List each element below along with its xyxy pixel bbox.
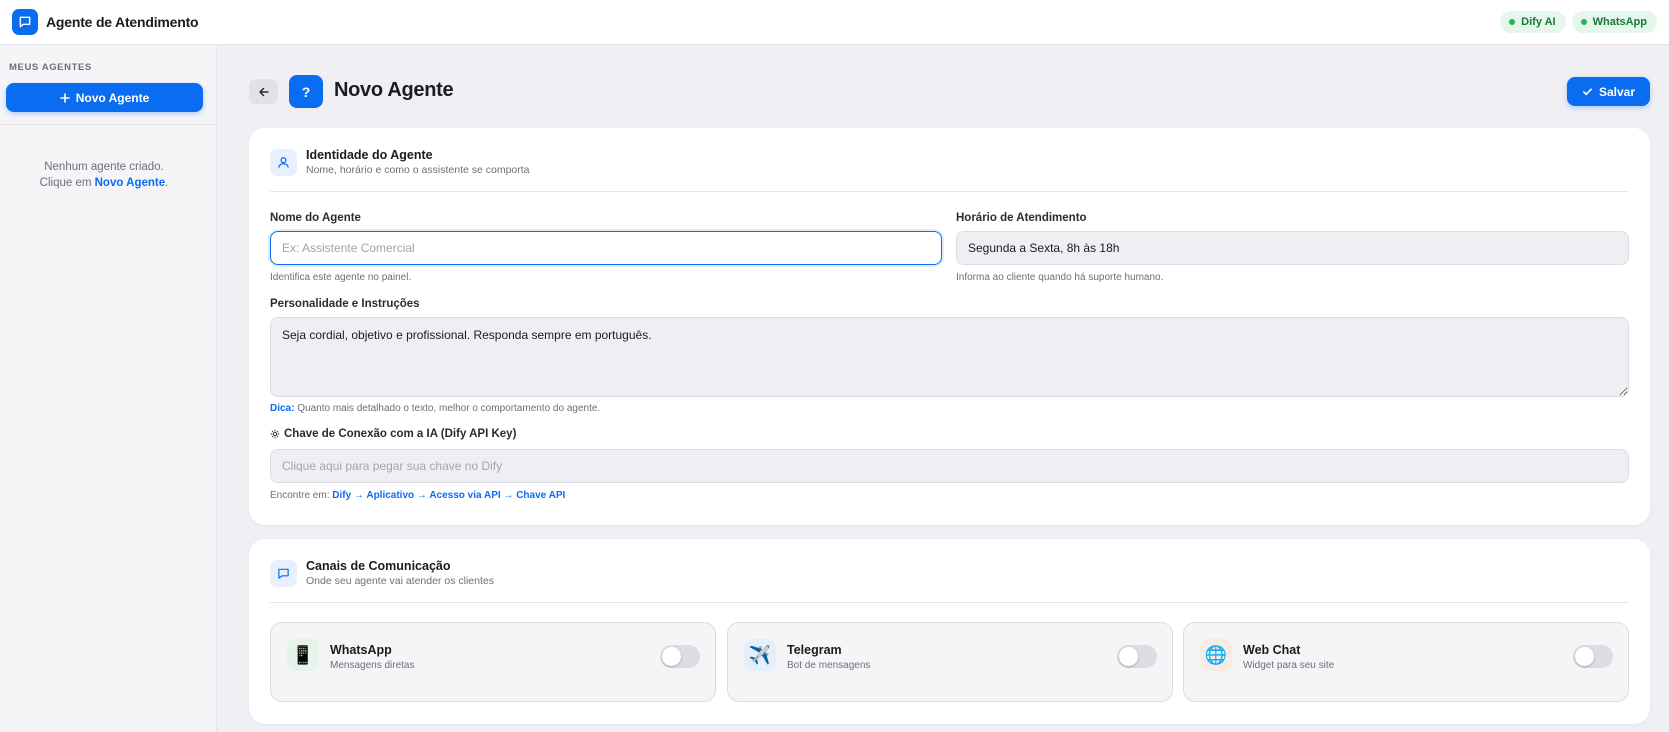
airplane-icon: ✈️ <box>744 639 776 671</box>
channel-description: Bot de mensagens <box>787 660 871 671</box>
arrow-left-icon <box>258 87 269 96</box>
apikey-label: Chave de Conexão com a IA (Dify API Key) <box>270 428 516 440</box>
globe-icon: 🌐 <box>1200 639 1232 671</box>
agent-name-label: Nome do Agente <box>270 212 361 224</box>
status-dot-icon <box>1509 19 1516 25</box>
personality-textarea[interactable]: Seja cordial, objetivo e profissional. R… <box>270 317 1629 397</box>
new-agent-button[interactable]: Novo Agente <box>6 83 203 112</box>
page-title: Novo Agente <box>334 79 454 101</box>
message-icon <box>270 559 297 587</box>
empty-agents-message: Nenhum agente criado. Clique em Novo Age… <box>39 161 169 189</box>
channels-card-subtitle: Onde seu agente vai atender os clientes <box>306 575 494 587</box>
channels-card-title: Canais de Comunicação <box>306 559 451 573</box>
apikey-input[interactable] <box>270 449 1629 483</box>
chat-bubble-icon <box>12 9 38 35</box>
card-divider <box>270 191 1629 192</box>
personality-hint: Dica: Quanto mais detalhado o texto, mel… <box>270 403 601 414</box>
check-icon <box>1582 88 1592 96</box>
identity-card-title: Identidade do Agente <box>306 148 433 162</box>
channel-name: Telegram <box>787 643 842 657</box>
sparkle-icon <box>270 429 280 439</box>
user-icon <box>270 148 297 176</box>
hours-input[interactable] <box>956 231 1629 265</box>
channel-telegram: ✈️ Telegram Bot de mensagens <box>727 622 1173 702</box>
sidebar: MEUS AGENTES Novo Agente Nenhum agente c… <box>0 45 217 732</box>
webchat-toggle[interactable] <box>1573 645 1613 668</box>
dify-api-path-link[interactable]: Dify → Aplicativo → Acesso via API → Cha… <box>332 490 565 501</box>
back-button[interactable] <box>249 79 278 104</box>
channel-name: Web Chat <box>1243 643 1301 657</box>
new-agent-link[interactable]: Novo Agente <box>95 177 166 189</box>
status-badges: Dify AI WhatsApp <box>1500 11 1657 33</box>
channel-whatsapp: 📱 WhatsApp Mensagens diretas <box>270 622 716 702</box>
status-dot-icon <box>1580 19 1587 25</box>
toggle-knob <box>662 647 681 666</box>
plus-icon <box>59 92 70 103</box>
channel-description: Mensagens diretas <box>330 660 415 671</box>
hours-label: Horário de Atendimento <box>956 212 1087 224</box>
app-title: Agente de Atendimento <box>46 14 199 30</box>
card-divider <box>270 602 1629 603</box>
phone-icon: 📱 <box>287 639 319 671</box>
personality-label: Personalidade e Instruções <box>270 298 420 310</box>
whatsapp-toggle[interactable] <box>660 645 700 668</box>
hours-hint: Informa ao cliente quando há suporte hum… <box>956 272 1164 283</box>
agent-avatar: ? <box>289 75 323 108</box>
sidebar-divider <box>0 124 216 125</box>
save-button[interactable]: Salvar <box>1567 77 1650 106</box>
top-bar: Agente de Atendimento Dify AI WhatsApp <box>0 0 1669 45</box>
agent-name-hint: Identifica este agente no painel. <box>270 272 412 283</box>
identity-card-header: Identidade do Agente Nome, horário e com… <box>270 148 530 176</box>
toggle-knob <box>1119 647 1138 666</box>
status-badge-dify: Dify AI <box>1500 11 1566 33</box>
apikey-hint: Encontre em: Dify → Aplicativo → Acesso … <box>270 490 566 501</box>
toggle-knob <box>1575 647 1594 666</box>
sidebar-heading: MEUS AGENTES <box>9 62 92 73</box>
agent-name-input[interactable] <box>270 231 942 265</box>
channel-name: WhatsApp <box>330 643 392 657</box>
channel-webchat: 🌐 Web Chat Widget para seu site <box>1183 622 1629 702</box>
status-badge-whatsapp: WhatsApp <box>1571 11 1657 33</box>
identity-card-subtitle: Nome, horário e como o assistente se com… <box>306 164 530 176</box>
telegram-toggle[interactable] <box>1117 645 1157 668</box>
channels-card: Canais de Comunicação Onde seu agente va… <box>249 539 1650 724</box>
channel-description: Widget para seu site <box>1243 660 1335 671</box>
identity-card: Identidade do Agente Nome, horário e com… <box>249 128 1650 525</box>
channels-card-header: Canais de Comunicação Onde seu agente va… <box>270 559 494 587</box>
